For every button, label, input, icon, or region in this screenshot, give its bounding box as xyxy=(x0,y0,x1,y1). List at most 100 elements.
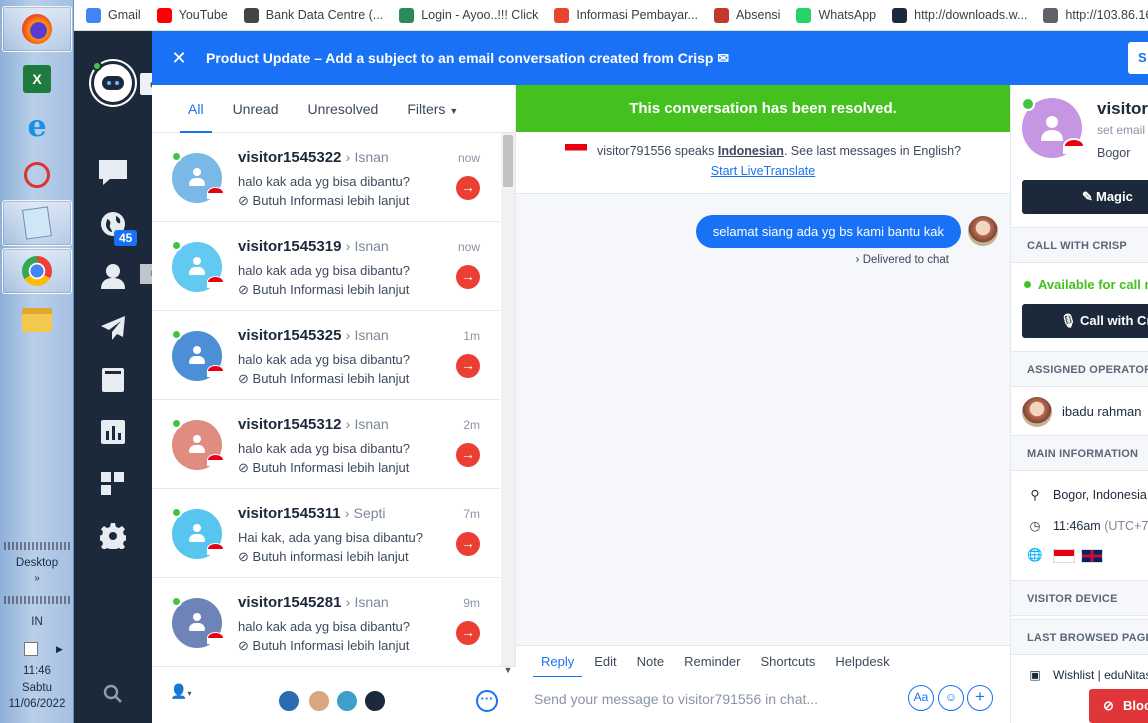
language-indicator[interactable]: IN xyxy=(0,616,74,628)
open-conversation-arrow-icon[interactable]: → xyxy=(456,354,480,378)
tab-shortcuts[interactable]: Shortcuts xyxy=(760,646,815,678)
helpdesk-book-icon[interactable] xyxy=(98,365,128,395)
clock-time[interactable]: 11:46 xyxy=(0,665,74,677)
section-visitor-device[interactable]: VISITOR DEVICE xyxy=(1011,580,1148,616)
tab-note[interactable]: Note xyxy=(637,646,664,678)
chat-icon[interactable] xyxy=(98,157,128,187)
assigned-operator: Isnan xyxy=(354,238,389,254)
windows-taskbar: X e Desktop » IN ▶ 11:46 Sabtu 11/06/202… xyxy=(0,0,74,723)
open-conversation-arrow-icon[interactable]: → xyxy=(456,621,480,645)
tab-reminder[interactable]: Reminder xyxy=(684,646,740,678)
notepad-taskbar-button[interactable] xyxy=(2,200,72,246)
list-scrollbar[interactable] xyxy=(501,133,515,677)
bookmark-item[interactable]: WhatsApp xyxy=(796,7,876,23)
visitor-name[interactable]: visitor xyxy=(1097,99,1148,119)
visitor-email-field[interactable]: set email xyxy=(1097,123,1145,137)
call-button-label: Call with Cri xyxy=(1080,313,1148,328)
bookmark-item[interactable]: YouTube xyxy=(156,7,228,23)
indonesia-flag-icon xyxy=(564,144,587,155)
tab-all[interactable]: All xyxy=(180,85,211,133)
tray-expand-icon[interactable]: ▶ xyxy=(56,644,63,655)
excel-taskbar-button[interactable]: X xyxy=(2,56,72,102)
bookmark-item[interactable]: http://103.86.160.1 xyxy=(1043,7,1148,23)
ie-taskbar-button[interactable]: e xyxy=(2,104,72,150)
conversation-item[interactable]: visitor1545325 › Isnan 1m halo kak ada yg … xyxy=(152,311,500,400)
magic-button[interactable]: ✎ Magic xyxy=(1022,180,1148,214)
conversation-segment: ⊘ Butuh Informasi lebih lanjut xyxy=(238,460,409,476)
bookmark-item[interactable]: http://downloads.w... xyxy=(892,7,1027,23)
operator-avatar[interactable] xyxy=(278,690,300,712)
text-format-button[interactable]: Aa xyxy=(908,685,934,711)
section-call-with-crisp[interactable]: CALL WITH CRISP xyxy=(1011,227,1148,263)
conversation-item[interactable]: visitor1545311 › Septi 7m Hai kak, ada yan… xyxy=(152,489,500,578)
call-with-crisp-button[interactable]: 🎙 Call with Cri xyxy=(1022,304,1148,338)
scrollbar-thumb[interactable] xyxy=(503,135,513,187)
action-center-icon[interactable] xyxy=(24,642,38,656)
operator-avatar[interactable] xyxy=(336,690,358,712)
online-status-dot xyxy=(92,61,102,71)
open-conversation-arrow-icon[interactable]: → xyxy=(456,443,480,467)
section-assigned-operator[interactable]: ASSIGNED OPERATOR xyxy=(1011,351,1148,387)
folder-icon xyxy=(22,308,52,332)
browsed-page-title: Wishlist | eduNitas xyxy=(1053,668,1148,682)
close-banner-icon[interactable]: ✕ xyxy=(152,48,206,69)
tab-filters[interactable]: Filters ▼ xyxy=(407,85,458,133)
more-options-icon[interactable]: ··· xyxy=(476,690,498,712)
explorer-taskbar-button[interactable] xyxy=(2,297,72,343)
tab-unread[interactable]: Unread xyxy=(233,85,279,133)
bookmark-item[interactable]: Login - Ayoo..!!! Click xyxy=(399,7,538,23)
desktop-toolbar-label[interactable]: Desktop xyxy=(0,557,74,569)
browsed-page-item[interactable]: ▣ Wishlist | eduNitas xyxy=(1027,668,1148,682)
open-conversation-arrow-icon[interactable]: → xyxy=(456,532,480,556)
open-conversation-arrow-icon[interactable]: → xyxy=(456,176,480,200)
bookmark-item[interactable]: Gmail xyxy=(86,7,141,23)
assigned-operator-name[interactable]: ibadu rahman xyxy=(1062,404,1142,419)
chevron-down-icon[interactable]: » xyxy=(0,573,74,584)
start-livetranslate-link[interactable]: Start LiveTranslate xyxy=(516,164,1010,178)
caret-down-icon: ▼ xyxy=(449,105,459,116)
contacts-icon[interactable] xyxy=(98,261,128,291)
chrome-taskbar-button[interactable] xyxy=(2,248,72,294)
analytics-chart-icon[interactable] xyxy=(98,417,128,447)
banner-text[interactable]: Product Update – Add a subject to an ema… xyxy=(206,50,729,67)
plugins-grid-icon[interactable] xyxy=(98,469,128,499)
message-input[interactable] xyxy=(534,687,904,711)
conversation-item[interactable]: visitor1545322 › Isnan now halo kak ada yg… xyxy=(152,133,500,222)
operator-filter-icon[interactable]: 👤▾ xyxy=(170,683,191,700)
search-icon[interactable] xyxy=(98,679,128,709)
bookmark-item[interactable]: Bank Data Centre (... xyxy=(243,7,383,23)
operator-message-bubble[interactable]: selamat siang ada yg bs kami bantu kak xyxy=(695,215,961,248)
tab-edit[interactable]: Edit xyxy=(594,646,616,678)
bookmark-item[interactable]: Informasi Pembayar... xyxy=(554,7,698,23)
campaigns-paper-plane-icon[interactable] xyxy=(98,313,128,343)
section-main-information[interactable]: MAIN INFORMATION xyxy=(1011,435,1148,471)
tab-unresolved[interactable]: Unresolved xyxy=(307,85,378,133)
clock-day: Sabtu xyxy=(21,682,53,694)
indonesia-flag-icon xyxy=(207,187,224,199)
operator-avatar[interactable] xyxy=(364,690,386,712)
local-time-row: ◷ 11:46am (UTC+7) xyxy=(1027,518,1148,534)
open-conversation-arrow-icon[interactable]: → xyxy=(456,265,480,289)
segment-label: Butuh Informasi lebih lanjut xyxy=(252,638,410,653)
snipping-taskbar-button[interactable] xyxy=(2,152,72,198)
settings-gear-icon[interactable] xyxy=(98,521,128,551)
conversation-item[interactable]: visitor1545319 › Isnan now halo kak ada yg… xyxy=(152,222,500,311)
last-message: halo kak ada yg bisa dibantu? xyxy=(238,352,411,367)
block-visitor-button[interactable]: ⊘ Bloc xyxy=(1089,689,1148,723)
scroll-down-arrow-icon[interactable]: ▼ xyxy=(501,665,515,677)
add-attachment-icon[interactable]: + xyxy=(967,685,993,711)
section-last-browsed-pages[interactable]: LAST BROWSED PAGES xyxy=(1011,619,1148,655)
bookmark-item[interactable]: Absensi xyxy=(713,7,780,23)
conversation-item[interactable]: visitor1545312 › Isnan 2m halo kak ada yg … xyxy=(152,400,500,489)
firefox-taskbar-button[interactable] xyxy=(2,6,72,52)
segment-tag-icon: ⊘ xyxy=(238,193,249,208)
operator-avatar[interactable] xyxy=(308,690,330,712)
person-icon xyxy=(188,168,206,188)
banner-action-button[interactable]: S xyxy=(1128,42,1148,74)
emoji-icon[interactable]: ☺ xyxy=(938,685,964,711)
tab-reply[interactable]: Reply xyxy=(532,646,583,678)
location-row: ⚲ Bogor, Indonesia xyxy=(1027,487,1146,503)
conversation-list-pane: All Unread Unresolved Filters ▼ visitor1… xyxy=(152,85,516,723)
conversation-item[interactable]: visitor1545281 › Isnan 9m halo kak ada yg … xyxy=(152,578,500,667)
tab-helpdesk[interactable]: Helpdesk xyxy=(835,646,889,678)
